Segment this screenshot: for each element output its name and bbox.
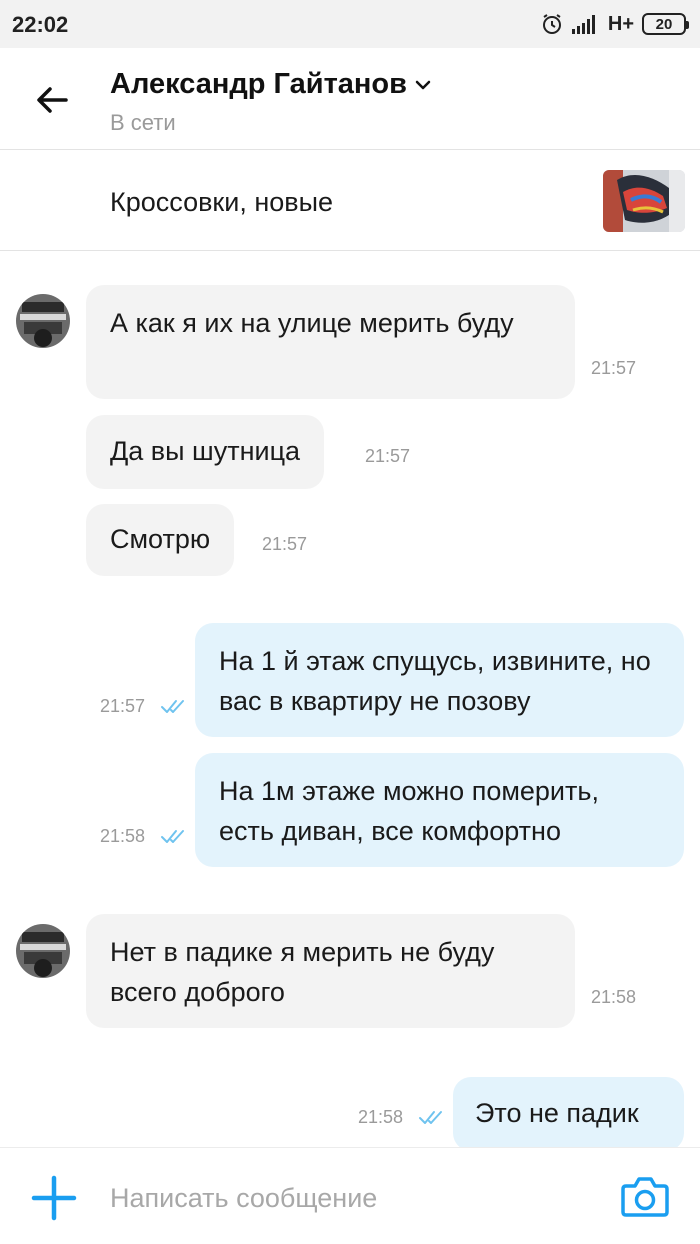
battery-indicator: 20	[642, 13, 689, 35]
message-list[interactable]: А как я их на улице мерить буду 21:57 Да…	[0, 252, 700, 1147]
message-time: 21:57	[591, 358, 637, 378]
message-bubble-incoming[interactable]: Нет в падике я мерить не буду всего добр…	[86, 914, 575, 1028]
status-bar: 22:02 H+ 20	[0, 0, 700, 48]
plus-icon[interactable]	[30, 1174, 78, 1222]
contact-name: Александр Гайтанов	[110, 68, 407, 100]
double-check-icon	[419, 1111, 442, 1124]
alarm-icon	[542, 14, 561, 34]
listing-title: Кроссовки, новые	[110, 187, 334, 217]
message-time: 21:58	[591, 987, 637, 1007]
listing-bar[interactable]: Кроссовки, новые	[0, 151, 700, 251]
message-time: 21:58	[358, 1107, 404, 1127]
listing-thumbnail[interactable]	[603, 170, 685, 232]
message-bubble-incoming[interactable]: Да вы шутница	[86, 415, 325, 489]
avatar[interactable]	[16, 294, 70, 348]
signal-icon	[571, 15, 595, 34]
message-time: 21:57	[365, 446, 411, 466]
chevron-down-icon	[415, 80, 431, 89]
arrow-left-icon[interactable]	[32, 80, 72, 120]
status-icons: H+ 20	[540, 10, 689, 38]
message-composer	[0, 1147, 700, 1244]
chat-header: Александр Гайтанов В сети	[0, 48, 700, 150]
double-check-icon	[161, 700, 184, 713]
avatar[interactable]	[16, 924, 70, 978]
camera-icon[interactable]	[620, 1174, 670, 1220]
message-input[interactable]	[110, 1178, 590, 1218]
message-bubble-outgoing[interactable]: Это не падик	[453, 1077, 684, 1147]
network-type: H+	[607, 12, 634, 35]
message-bubble-outgoing[interactable]: На 1м этаже можно померить, есть диван, …	[195, 753, 684, 867]
message-time: 21:58	[100, 826, 146, 846]
contact-status: В сети	[110, 110, 176, 135]
message-bubble-outgoing[interactable]: На 1 й этаж спущусь, извините, но вас в …	[195, 623, 684, 737]
message-bubble-incoming[interactable]: Смотрю	[86, 504, 235, 576]
message-time: 21:57	[100, 696, 146, 716]
message-bubble-incoming[interactable]: А как я их на улице мерить буду	[86, 285, 575, 399]
contact-name-button[interactable]: Александр Гайтанов	[110, 68, 433, 101]
double-check-icon	[161, 830, 184, 843]
message-time: 21:57	[262, 534, 308, 554]
status-time: 22:02	[12, 12, 69, 37]
